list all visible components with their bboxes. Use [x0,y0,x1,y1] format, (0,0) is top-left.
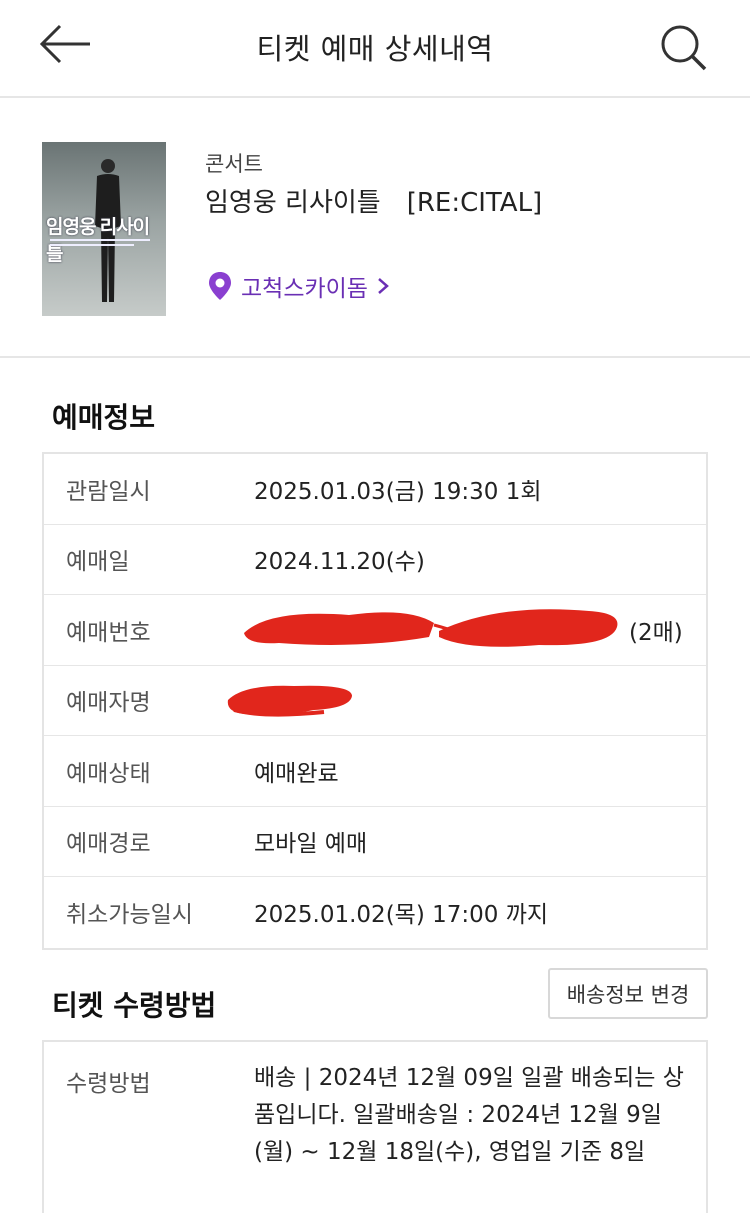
event-category: 콘서트 [205,152,263,176]
row-booking-channel: 예매경로 모바일 예매 [44,807,706,877]
row-label: 취소가능일시 [66,902,193,929]
row-cancel-deadline: 취소가능일시 2025.01.02(목) 17:00 까지 [44,877,706,948]
row-label: 관람일시 [66,478,151,505]
row-booking-status: 예매상태 예매완료 [44,736,706,807]
reservation-section-title: 예매정보 [52,401,156,434]
row-value: 2025.01.03(금) 19:30 1회 [254,478,542,505]
receive-method-value: 배송 | 2024년 12월 09일 일괄 배송되는 상품입니다. 일괄배송일 … [254,1065,684,1165]
change-delivery-info-button[interactable]: 배송정보 변경 [548,968,708,1019]
row-label: 예매일 [66,549,130,576]
row-value: 예매완료 [254,760,339,787]
row-label: 예매번호 [66,619,151,646]
row-value: 2025.01.02(목) 17:00 까지 [254,902,549,929]
ticket-receive-table: 수령방법 배송 | 2024년 12월 09일 일괄 배송되는 상품입니다. 일… [42,1040,708,1213]
venue-name: 고척스카이돔 [241,276,368,302]
row-booker-name: 예매자명 [44,666,706,736]
event-poster[interactable]: 임영웅 리사이틀 [42,142,166,316]
map-pin-icon [209,272,231,300]
row-label: 예매경로 [66,831,151,858]
event-summary: 임영웅 리사이틀 콘서트 임영웅 리사이틀 [RE:CITAL] 고척스카이돔 [0,100,750,358]
page-title: 티켓 예매 상세내역 [256,32,494,66]
event-name: 임영웅 리사이틀 [RE:CITAL] [205,188,543,218]
row-value: 모바일 예매 [254,831,368,858]
row-booking-date: 예매일 2024.11.20(수) [44,525,706,595]
poster-subtitle-lines [50,239,150,246]
redaction-mark [244,609,618,647]
row-label: 예매자명 [66,690,151,717]
ticket-count: (2매) [629,619,683,646]
receive-method-label: 수령방법 [66,1071,151,1097]
row-value: 2024.11.20(수) [254,549,425,576]
row-viewing-datetime: 관람일시 2025.01.03(금) 19:30 1회 [44,454,706,525]
reservation-info-table: 관람일시 2025.01.03(금) 19:30 1회 예매일 2024.11.… [42,452,708,950]
redaction-mark [227,685,352,717]
venue-link[interactable]: 고척스카이돔 [207,270,390,302]
row-booking-number: 예매번호 (2매) [44,595,706,666]
ticket-receive-section-title: 티켓 수령방법 [52,989,217,1022]
app-header: 티켓 예매 상세내역 [0,0,750,98]
row-label: 예매상태 [66,760,151,787]
chevron-right-icon [378,278,389,294]
search-icon[interactable] [656,22,710,72]
